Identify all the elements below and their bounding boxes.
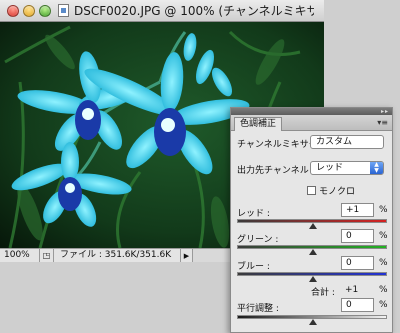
document-status-icon[interactable]: ◳ bbox=[40, 249, 54, 262]
panel-grip[interactable]: ▸▸ bbox=[231, 108, 392, 115]
green-percent-sign: % bbox=[379, 231, 388, 241]
tab-adjustments[interactable]: 色調補正 bbox=[234, 117, 283, 131]
green-value-field[interactable]: 0 bbox=[341, 229, 374, 243]
constant-slider-thumb[interactable] bbox=[309, 319, 317, 325]
document-title: DSCF0020.JPG @ 100% (チャンネルミキサー 1, レ... bbox=[74, 4, 314, 18]
blue-label: ブルー : bbox=[237, 262, 270, 272]
adjustments-panel: ▸▸ 色調補正 ▾≡ チャンネルミキサー : カスタム 出力先チャンネル : レ… bbox=[230, 107, 393, 333]
blue-slider-thumb[interactable] bbox=[309, 276, 317, 282]
file-size-info: ファイル : 351.6K/351.6K bbox=[60, 250, 172, 260]
red-percent-sign: % bbox=[379, 205, 388, 215]
total-percent-sign: % bbox=[379, 285, 388, 295]
document-icon bbox=[58, 4, 69, 17]
green-slider-thumb[interactable] bbox=[309, 249, 317, 255]
preset-select-value: カスタム bbox=[316, 137, 353, 147]
red-slider-thumb[interactable] bbox=[309, 223, 317, 229]
status-menu-arrow-icon[interactable]: ▶ bbox=[180, 249, 192, 262]
red-value-field[interactable]: +1 bbox=[341, 203, 374, 217]
green-label: グリーン : bbox=[237, 235, 279, 245]
minimize-window-button[interactable] bbox=[23, 4, 35, 17]
constant-label: 平行調整 : bbox=[237, 304, 279, 314]
zoom-level[interactable]: 100% bbox=[0, 249, 40, 262]
total-label: 合計 : bbox=[311, 288, 335, 298]
close-window-button[interactable] bbox=[7, 4, 19, 17]
window-controls bbox=[7, 4, 51, 17]
monochrome-label: モノクロ bbox=[319, 187, 356, 197]
preset-select[interactable]: カスタム bbox=[310, 135, 384, 149]
panel-tabbar: 色調補正 ▾≡ bbox=[231, 115, 392, 131]
constant-value-field[interactable]: 0 bbox=[341, 298, 374, 312]
blue-value-field[interactable]: 0 bbox=[341, 256, 374, 270]
monochrome-checkbox[interactable] bbox=[307, 186, 316, 195]
chevron-updown-icon: ▲ ▼ bbox=[370, 162, 383, 174]
output-channel-label: 出力先チャンネル : bbox=[237, 166, 315, 176]
constant-percent-sign: % bbox=[379, 300, 388, 310]
output-channel-select[interactable]: レッド ▲ ▼ bbox=[310, 161, 384, 175]
panel-collapse-icon[interactable]: ▸▸ bbox=[381, 108, 389, 115]
blue-percent-sign: % bbox=[379, 258, 388, 268]
output-channel-value: レッド bbox=[316, 163, 344, 173]
document-titlebar[interactable]: DSCF0020.JPG @ 100% (チャンネルミキサー 1, レ... bbox=[0, 0, 324, 22]
panel-menu-icon[interactable]: ▾≡ bbox=[377, 118, 388, 127]
monochrome-option[interactable]: モノクロ bbox=[307, 184, 355, 197]
total-value: +1 bbox=[345, 285, 359, 295]
zoom-window-button[interactable] bbox=[39, 4, 51, 17]
red-label: レッド : bbox=[237, 209, 270, 219]
